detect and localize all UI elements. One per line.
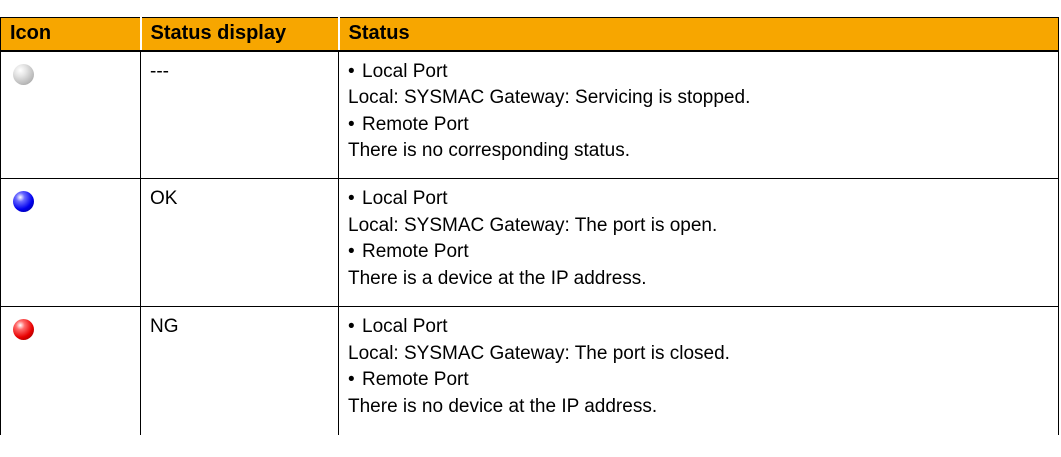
- status-line: There is a device at the IP address.: [348, 267, 647, 289]
- header-status-display: Status display: [140, 17, 340, 52]
- status-display-cell: OK: [140, 178, 339, 307]
- status-cell: • Local Port Local: SYSMAC Gateway: Servi…: [338, 50, 1059, 179]
- bullet: •: [348, 241, 355, 262]
- header-row: Icon Status display Status: [0, 17, 1059, 52]
- status-line: Local: SYSMAC Gateway: Servicing is stop…: [348, 87, 751, 108]
- status-cell: • Local Port Local: SYSMAC Gateway: The p…: [338, 178, 1059, 307]
- header-status: Status: [338, 17, 1059, 52]
- bullet: •: [348, 188, 355, 209]
- status-table: Icon Status display Status --- • Local Po…: [0, 17, 1059, 435]
- status-line: • Remote Port: [348, 239, 1058, 266]
- status-line-text: Local Port: [362, 188, 448, 209]
- bullet: •: [348, 60, 355, 82]
- status-line: Local: SYSMAC Gateway: The port is close…: [348, 342, 730, 364]
- gray-ball-icon: [13, 63, 34, 85]
- table-row: NG • Local Port Local: SYSMAC Gateway: Th…: [0, 306, 1059, 435]
- bullet: •: [348, 369, 355, 390]
- status-line: There is no corresponding status.: [348, 140, 630, 161]
- bullet: •: [348, 113, 355, 135]
- icon-cell: [0, 306, 141, 435]
- header-icon: Icon: [0, 17, 142, 52]
- status-line-text: Local Port: [362, 60, 448, 82]
- status-line-text: Remote Port: [362, 241, 469, 262]
- table-row: --- • Local Port Local: SYSMAC Gateway: S…: [0, 50, 1059, 179]
- table-row: OK • Local Port Local: SYSMAC Gateway: Th…: [0, 178, 1059, 307]
- bullet: •: [348, 316, 355, 337]
- status-line: Local: SYSMAC Gateway: The port is open.: [348, 214, 718, 236]
- status-line: • Remote Port: [348, 112, 1058, 139]
- status-line: • Local Port: [348, 186, 1058, 213]
- status-line-text: Remote Port: [362, 113, 469, 135]
- status-line-text: Remote Port: [362, 369, 469, 390]
- status-line: There is no device at the IP address.: [348, 395, 658, 417]
- status-display-cell: ---: [140, 50, 339, 179]
- status-line-text: Local Port: [362, 316, 448, 337]
- blue-ball-icon: [13, 191, 34, 212]
- status-cell: • Local Port Local: SYSMAC Gateway: The p…: [338, 306, 1059, 435]
- status-line: • Local Port: [348, 314, 1058, 341]
- icon-cell: [0, 178, 141, 307]
- status-display-cell: NG: [140, 306, 339, 435]
- status-line: • Local Port: [348, 59, 1058, 86]
- status-line: • Remote Port: [348, 367, 1058, 394]
- red-ball-icon: [13, 319, 34, 340]
- icon-cell: [0, 50, 141, 179]
